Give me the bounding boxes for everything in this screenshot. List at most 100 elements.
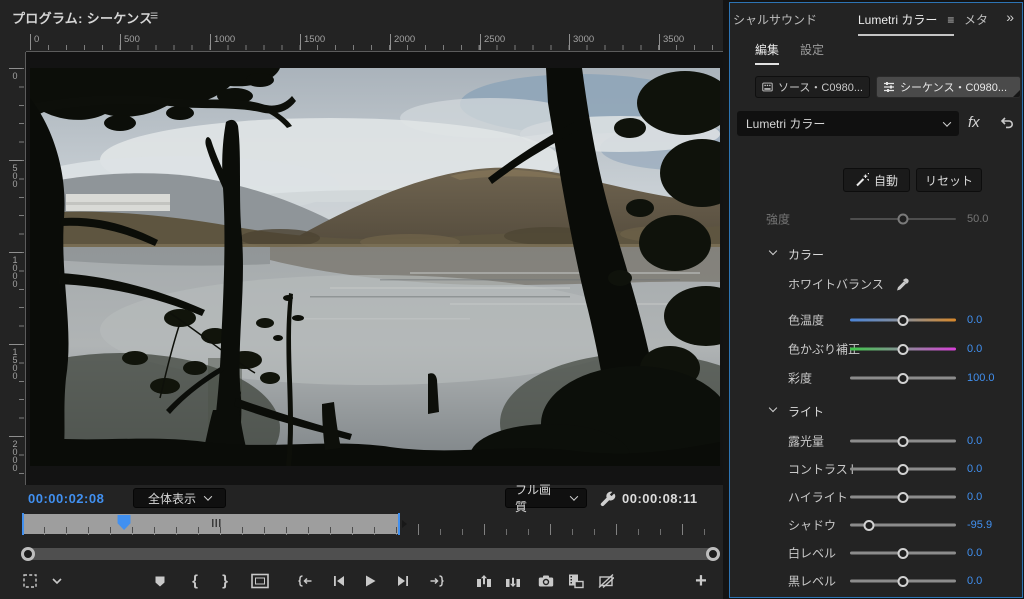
monitor-time-ruler[interactable] [22, 513, 719, 537]
slider-value[interactable]: -95.9 [967, 519, 992, 531]
exposure-slider-row: 露光量 0.0 [723, 429, 1024, 453]
slider-handle[interactable] [898, 464, 909, 475]
eyedropper-icon[interactable] [895, 276, 911, 292]
go-to-in-icon[interactable] [297, 573, 314, 588]
slider-value[interactable]: 0.0 [967, 314, 982, 326]
color-section-header[interactable]: カラー [723, 243, 1024, 265]
tint-slider[interactable] [850, 348, 956, 351]
proxy-toggle-icon[interactable] [598, 573, 614, 588]
highlights-slider[interactable] [850, 496, 956, 499]
slider-value[interactable]: 50.0 [967, 213, 988, 225]
highlights-slider-row: ハイライト 0.0 [723, 485, 1024, 509]
current-timecode[interactable]: 00:00:02:08 [28, 491, 104, 506]
zoom-handle-right[interactable] [706, 547, 720, 561]
ruler-label: 0 [30, 34, 39, 50]
slider-value[interactable]: 100.0 [967, 372, 995, 384]
reset-effect-icon[interactable] [999, 116, 1014, 129]
subtab-edit[interactable]: 編集 [755, 41, 779, 65]
safe-margins-icon[interactable] [251, 573, 269, 588]
reset-button[interactable]: リセット [916, 168, 982, 192]
light-section-header[interactable]: ライト [723, 400, 1024, 422]
panel-menu-icon[interactable]: ≡ [947, 13, 954, 27]
slider-handle[interactable] [864, 520, 875, 531]
blacks-slider[interactable] [850, 580, 956, 583]
sequence-clip-button[interactable]: シーケンス・C0980... [876, 76, 1021, 98]
magic-wand-icon [855, 173, 869, 187]
saturation-slider[interactable] [850, 377, 956, 380]
transport-controls: { } + [0, 562, 723, 599]
time-ruler-ticks [22, 527, 400, 533]
compare-view-icon[interactable] [568, 573, 584, 588]
lift-icon[interactable] [476, 574, 492, 588]
step-forward-icon[interactable] [396, 574, 410, 588]
slider-handle[interactable] [898, 344, 909, 355]
ruler-label: 1500 [300, 34, 325, 50]
exposure-slider[interactable] [850, 440, 956, 443]
mark-out-icon[interactable]: } [222, 573, 228, 588]
slider-value[interactable]: 0.0 [967, 463, 982, 475]
fx-badge[interactable]: fx [968, 114, 980, 131]
source-monitor-icon [762, 81, 773, 93]
panel-overflow-icon[interactable]: » [1006, 9, 1014, 25]
extract-icon[interactable] [505, 574, 521, 588]
blacks-slider-row: 黒レベル 0.0 [723, 569, 1024, 593]
zoom-handle-left[interactable] [21, 547, 35, 561]
shadows-slider[interactable] [850, 524, 956, 527]
button-editor-icon[interactable]: + [695, 572, 707, 590]
mark-in-icon[interactable]: { [192, 573, 198, 588]
saturation-slider-row: 彩度 100.0 [723, 366, 1024, 390]
intensity-slider-row: 強度 50.0 [723, 207, 1024, 231]
out-point-marker[interactable] [398, 513, 400, 535]
whites-slider[interactable] [850, 552, 956, 555]
zoom-scrollbar[interactable] [22, 548, 719, 560]
contrast-slider-row: コントラスト 0.0 [723, 457, 1024, 481]
zoom-level-value: 全体表示 [148, 490, 196, 507]
contrast-slider[interactable] [850, 468, 956, 471]
tab-lumetri-color[interactable]: Lumetri カラー≡ [858, 11, 954, 36]
out-point-arrow-icon [402, 520, 407, 528]
grip-icon [212, 519, 221, 527]
subtab-settings[interactable]: 設定 [800, 41, 824, 58]
program-monitor-video[interactable] [30, 68, 720, 466]
white-balance-row: ホワイトバランス [723, 272, 1024, 296]
effect-selector-dropdown[interactable]: Lumetri カラー [737, 111, 959, 136]
tab-metadata[interactable]: メタ [964, 11, 988, 28]
chevron-down-icon[interactable] [51, 576, 63, 586]
slider-value[interactable]: 0.0 [967, 343, 982, 355]
auto-button[interactable]: 自動 [843, 168, 910, 192]
slider-value[interactable]: 0.0 [967, 435, 982, 447]
slider-value[interactable]: 0.0 [967, 491, 982, 503]
playback-quality-select[interactable]: フル画質 [505, 488, 587, 508]
ruler-label: 500 [120, 34, 140, 50]
tab-essential-sound[interactable]: シャルサウンド [733, 11, 817, 28]
slider-value[interactable]: 0.0 [967, 575, 982, 587]
ruler-label: 3500 [659, 34, 684, 50]
step-back-icon[interactable] [332, 574, 346, 588]
panel-menu-icon[interactable]: ≡ [150, 7, 158, 23]
slider-handle[interactable] [898, 214, 909, 225]
add-marker-icon[interactable] [154, 574, 167, 587]
slider-value[interactable]: 0.0 [967, 547, 982, 559]
tint-slider-row: 色かぶり補正 0.0 [723, 337, 1024, 361]
ruler-label: 2000 [390, 34, 415, 50]
intensity-slider[interactable] [850, 218, 956, 220]
slider-handle[interactable] [898, 373, 909, 384]
play-icon[interactable] [363, 574, 377, 588]
source-clip-button[interactable]: ソース・C0980... [755, 76, 870, 98]
settings-wrench-icon[interactable] [599, 490, 616, 512]
slider-handle[interactable] [898, 436, 909, 447]
go-to-out-icon[interactable] [429, 573, 446, 588]
marquee-overlay-icon[interactable] [23, 573, 38, 588]
auto-reset-row: 自動 リセット [723, 168, 1024, 193]
slider-handle[interactable] [898, 315, 909, 326]
chevron-down-icon [769, 247, 777, 255]
export-frame-icon[interactable] [538, 574, 554, 587]
shadows-slider-row: シャドウ -95.9 [723, 513, 1024, 537]
slider-handle[interactable] [898, 548, 909, 559]
slider-handle[interactable] [898, 492, 909, 503]
temperature-slider[interactable] [850, 319, 956, 322]
slider-handle[interactable] [898, 576, 909, 587]
zoom-level-select[interactable]: 全体表示 [133, 488, 226, 508]
sequence-duration-bar[interactable] [22, 514, 400, 534]
in-point-marker[interactable] [22, 513, 24, 535]
